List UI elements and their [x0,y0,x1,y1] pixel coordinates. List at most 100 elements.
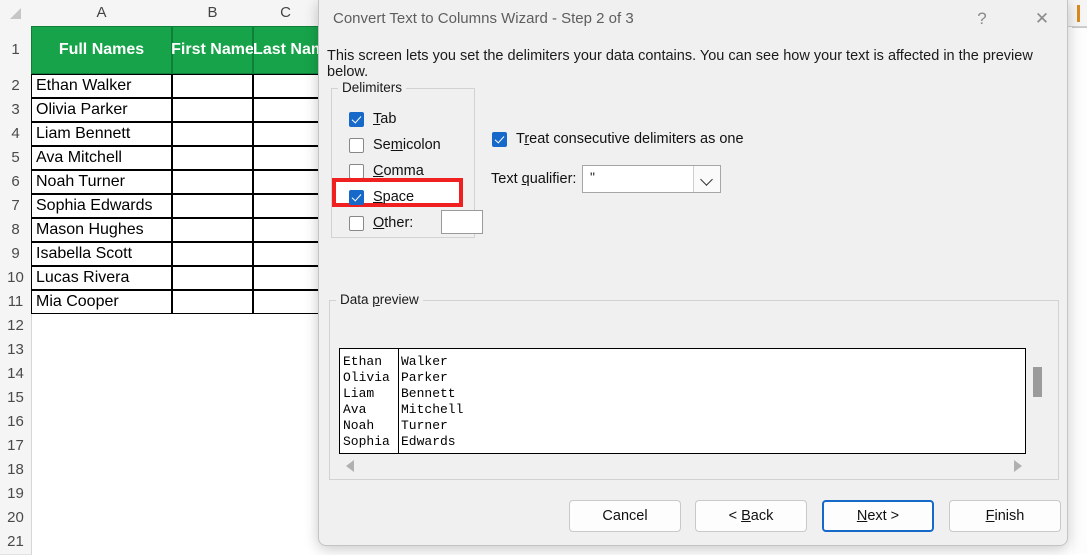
row-header-9[interactable]: 9 [0,242,32,267]
row-header-21[interactable]: 21 [0,530,32,555]
preview-cell-r6c2: Edwards [401,434,456,449]
row-header-14[interactable]: 14 [0,362,32,387]
row-header-18[interactable]: 18 [0,458,32,483]
next-button[interactable]: Next > [822,500,934,532]
row-header-10[interactable]: 10 [0,266,32,291]
row-header-17[interactable]: 17 [0,434,32,459]
delimiter-semicolon-row[interactable]: Semicolon [349,134,441,156]
cell-a1[interactable]: Full Names [31,26,172,74]
cell-a3-text: Olivia Parker [36,101,128,118]
row-header-16[interactable]: 16 [0,410,32,435]
row-header-7[interactable]: 7 [0,194,32,219]
cell-a6-text: Noah Turner [36,173,125,190]
back-button[interactable]: < Back [695,500,807,532]
preview-cell-r2c2: Parker [401,370,448,385]
delimiter-other-row[interactable]: Other: [349,210,483,234]
cell-b1[interactable]: First Name [171,26,254,74]
cell-a6[interactable]: Noah Turner [31,170,172,194]
preview-cell-r4c2: Mitchell [401,402,464,417]
delimiter-semicolon-checkbox[interactable] [349,137,364,153]
cell-b10[interactable] [172,266,253,290]
cell-a8[interactable]: Mason Hughes [31,218,172,242]
row-header-4[interactable]: 4 [0,122,32,147]
cell-a5[interactable]: Ava Mitchell [31,146,172,170]
back-button-label: < Back [728,508,774,524]
delimiter-space-row-top[interactable]: Space [349,186,414,208]
preview-cell-r3c1: Liam [343,386,375,401]
row-header-20[interactable]: 20 [0,506,32,531]
preview-column-divider[interactable] [398,349,399,453]
row-header-11[interactable]: 11 [0,290,32,315]
row-header-2[interactable]: 2 [0,74,32,99]
column-header-c[interactable]: C [253,0,319,26]
column-header-b[interactable]: B [172,0,254,26]
cell-a4-text: Liam Bennett [36,125,131,142]
select-all-triangle-icon [10,8,21,19]
cell-a1-text: Full Names [58,40,145,58]
close-button[interactable]: ✕ [1019,0,1065,37]
cell-a10[interactable]: Lucas Rivera [31,266,172,290]
delimiter-comma-label: Comma [373,163,424,179]
row-header-15[interactable]: 15 [0,386,32,411]
text-qualifier-combobox[interactable]: " [582,165,721,193]
text-qualifier-dropdown-button[interactable] [693,166,720,192]
preview-horizontal-scrollbar[interactable] [339,455,1026,477]
preview-cell-r1c2: Walker [401,354,448,369]
cell-b5[interactable] [172,146,253,170]
row-header-3[interactable]: 3 [0,98,32,123]
row-header-12[interactable]: 12 [0,314,32,339]
delimiter-tab-row[interactable]: Tab [349,108,396,130]
cell-b3[interactable] [172,98,253,122]
text-qualifier-value: " [590,169,595,185]
scroll-right-arrow-icon[interactable] [1014,460,1022,472]
delimiter-other-checkbox[interactable] [349,215,364,231]
delimiter-semicolon-label: Semicolon [373,137,441,153]
delimiter-tab-checkbox[interactable] [349,111,364,127]
cell-b1-text: First Name [171,40,254,58]
cell-a2-text: Ethan Walker [36,77,132,94]
cell-b6[interactable] [172,170,253,194]
select-all-corner[interactable] [0,0,32,26]
delimiter-other-input[interactable] [441,210,483,234]
treat-consecutive-delimiters-row[interactable]: Treat consecutive delimiters as one [492,128,744,150]
cell-a10-text: Lucas Rivera [36,269,130,286]
cell-a5-text: Ava Mitchell [36,149,122,166]
row-header-6[interactable]: 6 [0,170,32,195]
row-header-19[interactable]: 19 [0,482,32,507]
row-header-5[interactable]: 5 [0,146,32,171]
cell-a7[interactable]: Sophia Edwards [31,194,172,218]
scroll-left-arrow-icon[interactable] [346,460,354,472]
help-button[interactable]: ? [959,0,1005,37]
cell-a11[interactable]: Mia Cooper [31,290,172,314]
delimiter-comma-row[interactable]: Comma [349,160,424,182]
row-header-8[interactable]: 8 [0,218,32,243]
cell-b7[interactable] [172,194,253,218]
delimiter-comma-checkbox[interactable] [349,163,364,179]
delimiter-space-checkbox-visual[interactable] [349,189,364,205]
treat-consecutive-checkbox[interactable] [492,131,507,147]
row-header-13[interactable]: 13 [0,338,32,363]
preview-vertical-scrollbar-thumb[interactable] [1033,367,1042,397]
question-mark-icon: ? [977,8,987,28]
data-preview-group-label: Data preview [336,292,423,307]
column-header-a[interactable]: A [31,0,173,26]
excel-right-pane [1072,28,1087,554]
excel-ribbon-divider [1072,27,1087,28]
row-header-1[interactable]: 1 [0,26,32,75]
cancel-button[interactable]: Cancel [569,500,681,532]
delimiter-other-label: Other: [373,215,414,231]
data-preview-box[interactable]: Ethan Olivia Liam Ava Noah Sophia Walker… [339,348,1026,454]
cell-b2[interactable] [172,74,253,98]
cell-a4[interactable]: Liam Bennett [31,122,172,146]
cell-b11[interactable] [172,290,253,314]
cell-a3[interactable]: Olivia Parker [31,98,172,122]
finish-button[interactable]: Finish [949,500,1061,532]
cell-b8[interactable] [172,218,253,242]
cell-a2[interactable]: Ethan Walker [31,74,172,98]
cell-a7-text: Sophia Edwards [36,197,153,214]
chevron-down-icon [700,173,713,186]
delimiters-group-label: Delimiters [338,80,407,95]
cell-b9[interactable] [172,242,253,266]
cell-b4[interactable] [172,122,253,146]
cell-a9[interactable]: Isabella Scott [31,242,172,266]
